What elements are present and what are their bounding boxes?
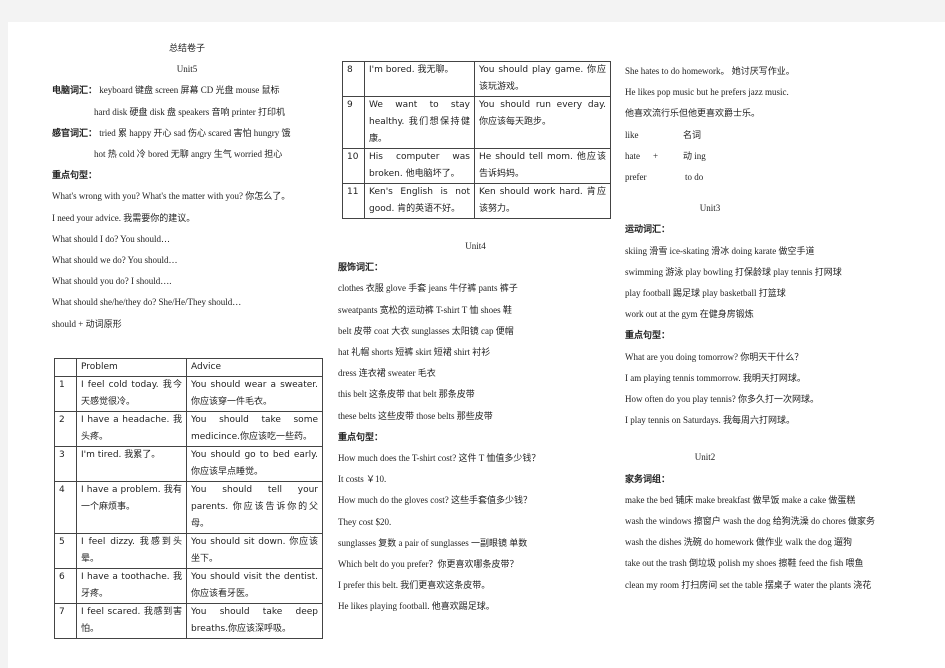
sports-vocab-label: 运动词汇： [625, 224, 671, 235]
header-num [54, 358, 77, 377]
unit4-title: Unit4 [465, 241, 486, 251]
unit4-sentence: It costs ￥10. [338, 474, 387, 485]
table-row: 1I feel cold today. 我今天感觉很冷。 You should w… [54, 376, 323, 412]
table-row: 7I feel scared. 我感到害怕。 You should take de… [54, 603, 323, 639]
clothing-vocab-line: dress 连衣裙 sweater 毛衣 [338, 368, 436, 379]
unit4-sentence: How much do the gloves cost? 这些手套值多少钱？ [338, 495, 532, 506]
unit4-sentence: He likes playing football. 他喜欢踢足球。 [338, 601, 495, 612]
sports-vocab-line: play football 踢足球 play basketball 打篮球 [625, 288, 786, 299]
grammar-row: hate + 动 ing [625, 150, 706, 161]
column-middle: Unit4 服饰词汇： clothes 衣服 glove 手套 jeans 牛仔… [338, 236, 613, 618]
chores-line: wash the windows 擦窗户 wash the dog 给狗洗澡 d… [625, 516, 875, 527]
clothing-vocab-line: belt 皮带 coat 大衣 sunglasses 太阳镜 cap 便帽 [338, 325, 514, 336]
header-problem: Problem [76, 358, 187, 377]
unit5-sentence: I need your advice. 我需要你的建议。 [52, 212, 196, 223]
unit3-key-sentences-label: 重点句型： [625, 330, 671, 341]
computer-vocab-line-1: 电脑词汇： keyboard 键盘 screen 屏幕 CD 光盘 mouse … [52, 85, 280, 96]
computer-vocab-line-2: hard disk 硬盘 disk 盘 speakers 音响 printer … [94, 106, 285, 117]
unit5-sentence: What should she/he/they do? She/He/They … [52, 297, 242, 308]
grammar-row: like 名词 [625, 129, 702, 140]
clothing-vocab-line: these belts 这些皮带 those belts 那些皮带 [338, 410, 493, 421]
chores-line: wash the dishes 洗碗 do homework 做作业 walk … [625, 537, 852, 548]
unit5-sentence: What should we do? You should… [52, 255, 178, 266]
chores-line: clean my room 打扫房间 set the table 摆桌子 wat… [625, 579, 872, 590]
unit4-sentence: How much does the T-shirt cost? 这件 T 恤值多… [338, 453, 541, 464]
table-row: 2I have a headache. 我头疼。 You should take … [54, 411, 323, 447]
feeling-vocab-label: 感官词汇： [52, 127, 98, 138]
unit4-sentence: They cost $20. [338, 516, 392, 527]
unit5-title: Unit5 [176, 64, 198, 75]
table-header-row: Problem Advice [54, 358, 323, 377]
unit3-sentence: How often do you play tennis? 你多久打一次网球。 [625, 394, 819, 405]
feeling-vocab-line-1: 感官词汇： tried 累 happy 开心 sad 伤心 scared 害怕 … [52, 127, 291, 138]
unit5-sentence: What should I do? You should… [52, 233, 171, 244]
table-row: 5I feel dizzy. 我感到头晕。 You should sit down… [54, 533, 323, 569]
clothing-vocab-line: sweatpants 宽松的运动裤 T-shirt T 恤 shoes 鞋 [338, 304, 512, 315]
table-row: 8 I'm bored. 我无聊。 You should play game. 你应… [342, 61, 611, 97]
unit4-sentence: Which belt do you prefer？你更喜欢哪条皮带？ [338, 559, 519, 570]
unit3-sentence: What are you doing tomorrow? 你明天干什么？ [625, 351, 804, 362]
clothing-vocab-label: 服饰词汇： [338, 262, 384, 273]
unit4-sentence: I prefer this belt. 我们更喜欢这条皮带。 [338, 580, 491, 591]
computer-vocab-label: 电脑词汇： [52, 85, 98, 96]
table-row: 3 I'm tired. 我累了。 You should go to bed ear… [54, 446, 323, 482]
preference-sentence: He likes pop music but he prefers jazz m… [625, 87, 789, 98]
unit5-sentence: should + 动词原形 [52, 318, 122, 329]
unit2-title: Unit2 [694, 452, 716, 463]
advice-table-continued: 8 I'm bored. 我无聊。 You should play game. 你应… [342, 61, 611, 219]
unit3-sentence: I play tennis on Saturdays. 我每周六打网球。 [625, 415, 795, 426]
preference-sentence: She hates to do homework。 她讨厌写作业。 [625, 66, 795, 76]
clothing-vocab-line: this belt 这条皮带 that belt 那条皮带 [338, 389, 475, 400]
sports-vocab-line: swimming 游泳 play bowling 打保龄球 play tenni… [625, 266, 842, 277]
unit5-key-sentences-label: 重点句型： [52, 170, 98, 181]
sports-vocab-line: skiing 滑雪 ice-skating 滑冰 doing karate 做空… [625, 245, 815, 256]
table-row: 11 Ken's English is not good. 肯的英语不好。 Ken … [342, 183, 611, 219]
advice-table: Problem Advice 1I feel cold today. 我今天感觉… [54, 358, 323, 639]
table-row: 4I have a problem. 我有一个麻烦事。 You should te… [54, 481, 323, 534]
preference-sentence: 他喜欢流行乐但他更喜欢爵士乐。 [625, 108, 761, 119]
unit5-sentence: What should you do? I should…. [52, 276, 172, 287]
feeling-vocab-line-2: hot 热 cold 冷 bored 无聊 angry 生气 worried 担… [94, 149, 283, 160]
chores-line: make the bed 铺床 make breakfast 做早饭 make … [625, 494, 856, 505]
chores-line: take out the trash 倒垃圾 polish my shoes 擦… [625, 558, 864, 569]
unit5-sentence: What's wrong with you? What's the matter… [52, 191, 291, 202]
clothing-vocab-line: clothes 衣服 glove 手套 jeans 牛仔裤 pants 裤子 [338, 283, 518, 294]
table-row: 9 We want to stay healthy. 我们想保持健康。 You sh… [342, 96, 611, 149]
column-left: 总结卷子 Unit5 电脑词汇： keyboard 键盘 screen 屏幕 C… [52, 38, 322, 335]
header-advice: Advice [186, 358, 323, 377]
clothing-vocab-line: hat 礼帽 shorts 短裤 skirt 短裙 shirt 衬衫 [338, 347, 491, 358]
unit3-title: Unit3 [699, 203, 721, 214]
grammar-row: prefer to do [625, 172, 704, 183]
table-row: 10 His computer was broken. 他电脑坏了。 He shou… [342, 148, 611, 184]
unit4-key-sentences-label: 重点句型： [338, 431, 384, 442]
doc-title: 总结卷子 [168, 43, 205, 53]
sports-vocab-line: work out at the gym 在健身房锻炼 [625, 309, 754, 320]
unit4-sentence: sunglasses 复数 a pair of sunglasses 一副眼镜 … [338, 537, 528, 548]
column-right: She hates to do homework。 她讨厌写作业。 He lik… [625, 61, 905, 596]
chores-label: 家务词组： [625, 473, 671, 484]
unit3-sentence: I am playing tennis tommorrow. 我明天打网球。 [625, 372, 806, 383]
table-row: 6I have a toothache. 我牙疼。 You should visi… [54, 568, 323, 604]
